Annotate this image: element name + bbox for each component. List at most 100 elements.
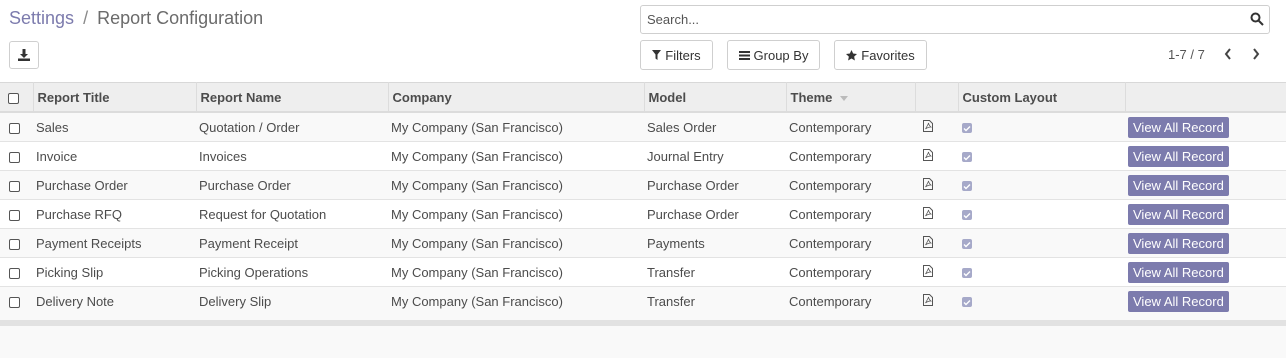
view-all-record-button[interactable]: View All Record: [1128, 203, 1229, 225]
filters-button[interactable]: Filters: [640, 40, 713, 70]
search-input[interactable]: [641, 6, 1233, 33]
pager-value[interactable]: 1-7 / 7: [1168, 47, 1205, 62]
column-header-custom-layout[interactable]: Custom Layout: [958, 82, 1126, 113]
row-checkbox[interactable]: [9, 151, 20, 163]
pdf-file-icon: [923, 148, 933, 161]
cell-action: View All Record: [1125, 111, 1286, 142]
column-header-report-title[interactable]: Report Title: [33, 82, 197, 113]
table-row[interactable]: Invoice Invoices My Company (San Francisco…: [0, 141, 1286, 171]
star-icon: [846, 49, 858, 60]
cell-action: View All Record: [1125, 141, 1286, 171]
checkmark-icon: [963, 212, 971, 219]
cell-pdf: [915, 199, 958, 229]
table-row[interactable]: Delivery Note Delivery Slip My Company (Sa…: [0, 286, 1286, 315]
cell-report-title[interactable]: Purchase RFQ: [33, 199, 196, 229]
favorites-label: Favorites: [861, 47, 915, 63]
cell-report-title[interactable]: Invoice: [33, 141, 196, 171]
cell-theme[interactable]: Contemporary: [786, 286, 915, 315]
cell-model[interactable]: Journal Entry: [644, 141, 786, 171]
cell-report-name[interactable]: Purchase Order: [196, 170, 388, 200]
cell-report-title[interactable]: Payment Receipts: [33, 228, 196, 258]
table-row[interactable]: Purchase Order Purchase Order My Company (…: [0, 170, 1286, 200]
column-header-pdf: [915, 82, 959, 113]
checkmark-icon: [963, 270, 971, 277]
column-header-model[interactable]: Model: [644, 82, 787, 113]
cell-report-title[interactable]: Delivery Note: [33, 286, 196, 315]
cell-theme[interactable]: Contemporary: [786, 141, 915, 171]
cell-model[interactable]: Payments: [644, 228, 786, 258]
column-header-theme[interactable]: Theme: [786, 82, 916, 113]
cell-report-name[interactable]: Picking Operations: [196, 257, 388, 287]
row-checkbox[interactable]: [9, 267, 20, 279]
cell-report-name[interactable]: Payment Receipt: [196, 228, 388, 258]
cell-model[interactable]: Sales Order: [644, 111, 786, 142]
column-header-report-name[interactable]: Report Name: [196, 82, 389, 113]
row-checkbox[interactable]: [9, 180, 20, 192]
custom-layout-checkbox: [962, 239, 972, 250]
view-all-record-button[interactable]: View All Record: [1128, 290, 1229, 312]
chevron-right-icon[interactable]: [1251, 46, 1261, 62]
row-checkbox[interactable]: [9, 238, 20, 250]
breadcrumb-settings-link[interactable]: Settings: [9, 8, 74, 28]
cell-model[interactable]: Purchase Order: [644, 170, 786, 200]
view-all-record-button[interactable]: View All Record: [1128, 145, 1229, 167]
cell-model[interactable]: Purchase Order: [644, 199, 786, 229]
table-row[interactable]: Payment Receipts Payment Receipt My Compan…: [0, 228, 1286, 258]
cell-company[interactable]: My Company (San Francisco): [388, 111, 644, 142]
cell-custom-layout: [958, 199, 1125, 229]
cell-company[interactable]: My Company (San Francisco): [388, 141, 644, 171]
breadcrumb: Settings / Report Configuration: [9, 8, 263, 29]
cell-report-name[interactable]: Request for Quotation: [196, 199, 388, 229]
cell-pdf: [915, 286, 958, 315]
table-row[interactable]: Purchase RFQ Request for Quotation My Comp…: [0, 199, 1286, 229]
cell-report-name[interactable]: Invoices: [196, 141, 388, 171]
download-button[interactable]: [9, 41, 39, 69]
cell-custom-layout: [958, 228, 1125, 258]
row-checkbox[interactable]: [9, 296, 20, 308]
pdf-file-icon: [923, 264, 933, 277]
cell-report-title[interactable]: Sales: [33, 111, 196, 142]
column-header-company[interactable]: Company: [388, 82, 645, 113]
favorites-button[interactable]: Favorites: [834, 40, 927, 70]
group-by-button[interactable]: Group By: [727, 40, 820, 70]
cell-model[interactable]: Transfer: [644, 286, 786, 315]
cell-model[interactable]: Transfer: [644, 257, 786, 287]
checkmark-icon: [963, 183, 971, 190]
cell-pdf: [915, 141, 958, 171]
column-header-theme-label: Theme: [790, 89, 833, 105]
cell-report-title[interactable]: Picking Slip: [33, 257, 196, 287]
table-row[interactable]: Picking Slip Picking Operations My Company…: [0, 257, 1286, 287]
row-select-cell: [0, 111, 33, 142]
cell-theme[interactable]: Contemporary: [786, 111, 915, 142]
search-icon[interactable]: [1250, 12, 1264, 26]
page-title: Report Configuration: [97, 8, 264, 28]
filters-label: Filters: [665, 47, 701, 63]
cell-theme[interactable]: Contemporary: [786, 228, 915, 258]
cell-report-name[interactable]: Delivery Slip: [196, 286, 388, 315]
chevron-left-icon[interactable]: [1223, 46, 1233, 62]
custom-layout-checkbox: [962, 210, 972, 221]
view-all-record-button[interactable]: View All Record: [1128, 232, 1229, 254]
cell-company[interactable]: My Company (San Francisco): [388, 257, 644, 287]
row-checkbox[interactable]: [9, 122, 20, 134]
custom-layout-checkbox: [962, 181, 972, 192]
row-checkbox[interactable]: [9, 209, 20, 221]
view-all-record-button[interactable]: View All Record: [1128, 261, 1229, 283]
select-all-checkbox[interactable]: [8, 92, 19, 104]
cell-theme[interactable]: Contemporary: [786, 170, 915, 200]
cell-theme[interactable]: Contemporary: [786, 257, 915, 287]
view-all-record-button[interactable]: View All Record: [1128, 174, 1229, 196]
pdf-file-icon: [923, 293, 933, 306]
group-by-label: Group By: [753, 47, 809, 63]
cell-company[interactable]: My Company (San Francisco): [388, 199, 644, 229]
cell-custom-layout: [958, 141, 1125, 171]
view-all-record-button[interactable]: View All Record: [1128, 116, 1229, 138]
cell-report-name[interactable]: Quotation / Order: [196, 111, 388, 142]
cell-company[interactable]: My Company (San Francisco): [388, 286, 644, 315]
table-row[interactable]: Sales Quotation / Order My Company (San Fr…: [0, 111, 1286, 142]
cell-report-title[interactable]: Purchase Order: [33, 170, 196, 200]
cell-company[interactable]: My Company (San Francisco): [388, 170, 644, 200]
cell-theme[interactable]: Contemporary: [786, 199, 915, 229]
cell-company[interactable]: My Company (San Francisco): [388, 228, 644, 258]
cell-pdf: [915, 111, 958, 142]
